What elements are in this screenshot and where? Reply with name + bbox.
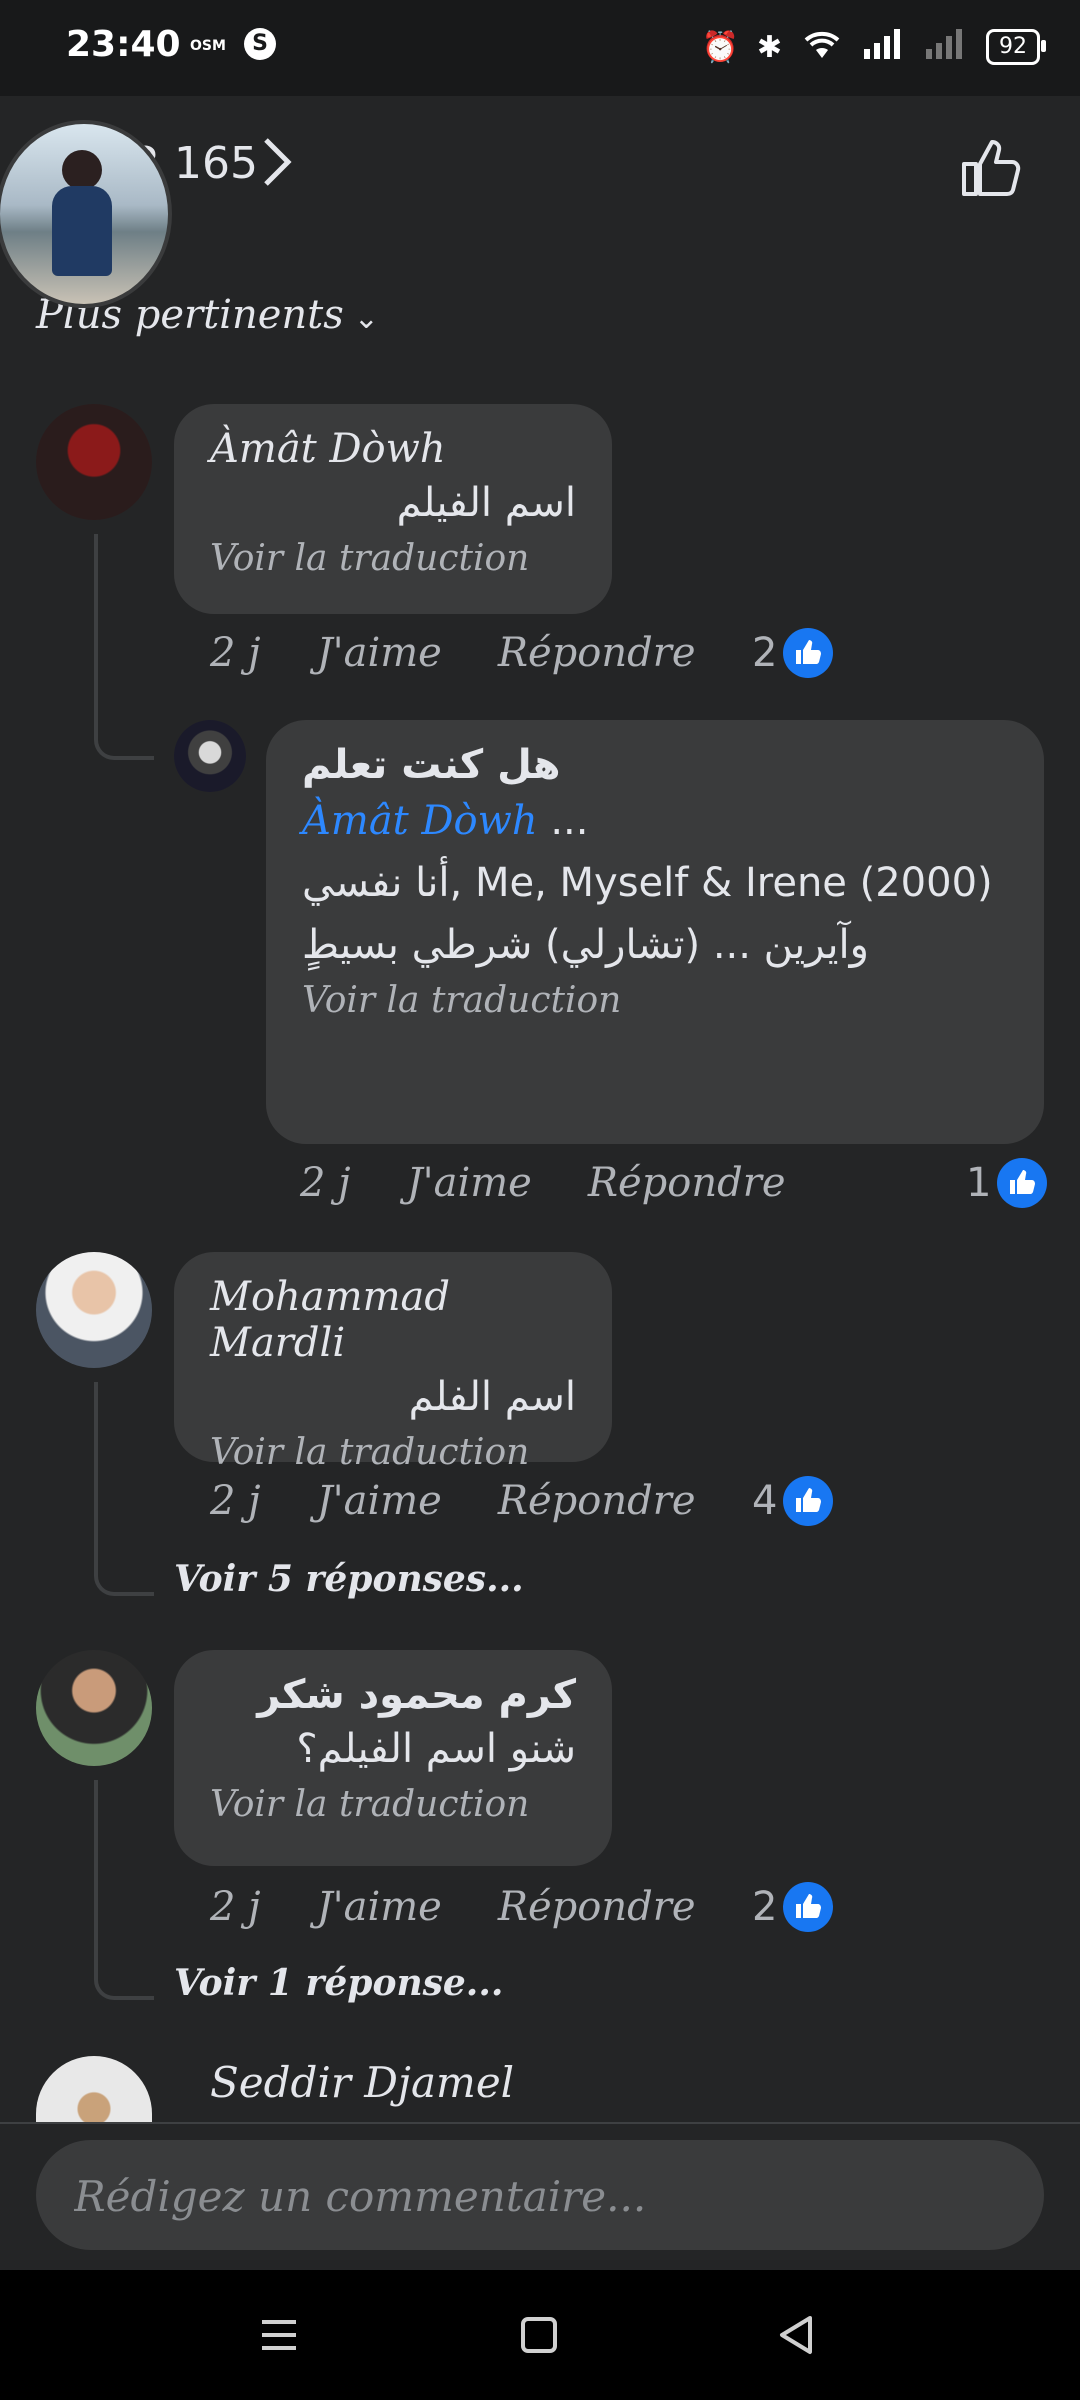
like-count-value: 1 <box>966 1160 992 1206</box>
comment-author[interactable]: Àmât Dòwh <box>210 426 576 472</box>
comment-actions: 2 j J'aime Répondre <box>210 1884 696 1930</box>
comment-actions: 2 j J'aime Répondre <box>300 1160 786 1206</box>
like-count-value: 2 <box>752 1884 778 1930</box>
like-badge-icon <box>997 1158 1048 1208</box>
comment-time: 2 j <box>210 1478 261 1524</box>
comment-actions: 2 j J'aime Répondre <box>210 630 696 676</box>
like-badge-icon <box>783 628 834 678</box>
mention-link[interactable]: Àmât Dòwh <box>302 798 538 844</box>
like-link[interactable]: J'aime <box>317 1884 442 1930</box>
mention-suffix: ... <box>537 798 589 844</box>
like-link[interactable]: J'aime <box>317 630 442 676</box>
avatar[interactable] <box>36 1252 152 1368</box>
comment-text: Me, Myself & Irene (2000) ,أنا نفسي وآير… <box>302 860 993 968</box>
like-count-value: 4 <box>752 1478 778 1524</box>
avatar[interactable] <box>174 720 246 792</box>
comment-actions: 2 j J'aime Répondre <box>210 1478 696 1524</box>
comment-bubble[interactable]: Mohammad Mardli اسم الفلم Voir la traduc… <box>174 1252 612 1473</box>
avatar[interactable] <box>36 2056 152 2122</box>
translate-link[interactable]: Voir la traduction <box>210 1432 576 1473</box>
translate-link[interactable]: Voir la traduction <box>302 980 1008 1021</box>
comment-input[interactable] <box>72 2140 1006 2252</box>
thread-line <box>94 1382 154 1596</box>
like-count[interactable]: 4 <box>752 1476 834 1526</box>
comment-author[interactable]: كرم محمود شكر <box>210 1672 576 1718</box>
comment-mention-line: Àmât Dòwh ... <box>302 790 1008 852</box>
signal-icon <box>862 27 906 67</box>
status-icons: ⏰ ✱ 92 <box>701 26 1046 68</box>
comment-text: اسم الفيلم <box>396 480 576 526</box>
comment-author[interactable]: هل كنت تعلم <box>302 742 1008 788</box>
like-count[interactable]: 1 <box>966 1158 1048 1208</box>
alarm-icon: ⏰ <box>701 29 739 65</box>
reply-link[interactable]: Répondre <box>588 1160 786 1206</box>
like-icon[interactable] <box>958 134 1024 200</box>
menu-icon[interactable] <box>254 2310 304 2360</box>
app-notification-icon: S <box>244 28 276 60</box>
comment-time: 2 j <box>210 630 261 676</box>
battery-indicator: 92 <box>986 29 1046 65</box>
comment-text: شنو اسم الفيلم؟ <box>296 1726 576 1772</box>
like-badge-icon <box>783 1882 834 1932</box>
divider <box>0 2122 1080 2124</box>
reply-link[interactable]: Répondre <box>498 1884 696 1930</box>
chevron-down-icon: ⌄ <box>353 301 379 336</box>
chevron-right-icon[interactable] <box>262 136 292 200</box>
comment-bubble[interactable]: هل كنت تعلم Àmât Dòwh ... Me, Myself & I… <box>266 720 1044 1144</box>
avatar[interactable] <box>36 1650 152 1766</box>
status-bar: 23:40 OSM S ⏰ ✱ 92 <box>0 0 1080 96</box>
translate-link[interactable]: Voir la traduction <box>210 538 576 579</box>
like-count[interactable]: 2 <box>752 1882 834 1932</box>
comment-composer[interactable] <box>36 2140 1044 2252</box>
reply-link[interactable]: Répondre <box>498 630 696 676</box>
comment-time: 2 j <box>300 1160 351 1206</box>
comment-bubble[interactable]: كرم محمود شكر شنو اسم الفيلم؟ Voir la tr… <box>174 1650 612 1866</box>
comment-text: اسم الفلم <box>408 1374 576 1420</box>
signal-2-icon <box>924 27 968 67</box>
avatar[interactable] <box>36 404 152 520</box>
view-replies-link[interactable]: Voir 1 réponse... <box>174 1962 503 2004</box>
home-icon[interactable] <box>514 2310 564 2360</box>
like-count-value: 2 <box>752 630 778 676</box>
bluetooth-icon: ✱ <box>756 29 782 65</box>
floating-user-avatar[interactable] <box>0 120 172 308</box>
comment-bubble[interactable]: Àmât Dòwh اسم الفيلم Voir la traduction <box>174 404 612 614</box>
comment-author[interactable]: Mohammad Mardli <box>210 1274 576 1366</box>
carrier-label: OSM <box>190 38 226 54</box>
back-icon[interactable] <box>772 2310 822 2360</box>
like-badge-icon <box>783 1476 834 1526</box>
status-time: 23:40 <box>66 24 181 65</box>
like-count[interactable]: 2 <box>752 628 834 678</box>
wifi-icon <box>800 26 844 68</box>
comment-time: 2 j <box>210 1884 261 1930</box>
comment-author[interactable]: Seddir Djamel <box>210 2058 514 2122</box>
like-link[interactable]: J'aime <box>317 1478 442 1524</box>
avatar-body <box>52 186 112 276</box>
translate-link[interactable]: Voir la traduction <box>210 1784 576 1825</box>
thread-line <box>94 534 154 760</box>
comment-author-name: هل كنت تعلم <box>302 742 561 788</box>
reply-link[interactable]: Répondre <box>498 1478 696 1524</box>
system-nav-bar <box>0 2270 1080 2400</box>
thread-line <box>94 1780 154 2000</box>
avatar-head <box>62 150 102 190</box>
like-link[interactable]: J'aime <box>407 1160 532 1206</box>
view-replies-link[interactable]: Voir 5 réponses... <box>174 1558 524 1600</box>
